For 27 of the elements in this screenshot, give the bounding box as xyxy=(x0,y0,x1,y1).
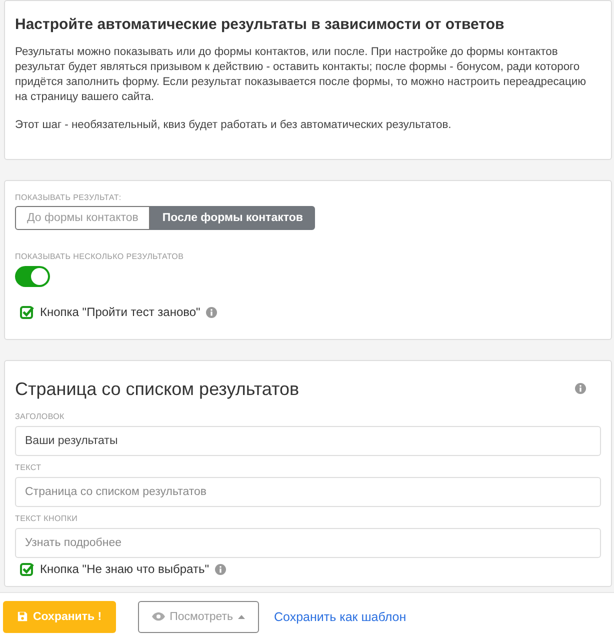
checkbox-label: Кнопка "Не знаю что выбрать" xyxy=(40,562,209,576)
checkbox[interactable] xyxy=(20,562,34,576)
field-label: ПОКАЗЫВАТЬ РЕЗУЛЬТАТ: xyxy=(15,193,122,202)
caret-icon xyxy=(238,614,246,618)
save-template-link[interactable]: Сохранить как шаблон xyxy=(274,610,406,624)
checkbox-label: Кнопка "Пройти тест заново" xyxy=(40,305,200,319)
checkbox[interactable] xyxy=(20,305,34,319)
description-text: Этот шаг - необязательный, квиз будет работать и без автоматических результатов. xyxy=(15,118,452,133)
info-icon xyxy=(206,306,218,318)
preview-button[interactable]: Посмотреть xyxy=(138,600,260,632)
field-label: ЗАГОЛОВОК xyxy=(15,412,66,421)
info-icon xyxy=(575,383,586,394)
section-title: Страница со списком результатов xyxy=(15,379,300,400)
floppy-icon xyxy=(17,611,28,622)
eye-icon xyxy=(152,612,165,621)
field-label: ПОКАЗЫВАТЬ НЕСКОЛЬКО РЕЗУЛЬТАТОВ xyxy=(15,252,185,261)
segment-button[interactable]: После формы контактов xyxy=(150,206,315,230)
field-label: ТЕКСТ КНОПКИ xyxy=(15,514,79,523)
section-title: Настройте автоматические результаты в зависимости от ответов xyxy=(15,16,506,33)
description-text: Результаты можно показывать или до формы контактов, или после. При настройке до формы контактов результат будет являться призывом к действию - оставить контакты; после формы - бонусом, ради которого придётся заполнить форму. Если результат показывается после формы, то можно настроить переадресацию на страницу вашего сайта. xyxy=(15,45,588,105)
toggle-switch[interactable] xyxy=(15,266,50,287)
input-field[interactable]: Страница со списком результатов xyxy=(15,477,601,507)
segment-button[interactable]: До формы контактов xyxy=(15,206,150,230)
info-icon xyxy=(214,564,226,574)
input-field[interactable]: Узнать подробнее xyxy=(15,528,601,558)
field-label: ТЕКСТ xyxy=(15,463,42,472)
input-field[interactable]: Ваши результаты xyxy=(15,426,601,456)
